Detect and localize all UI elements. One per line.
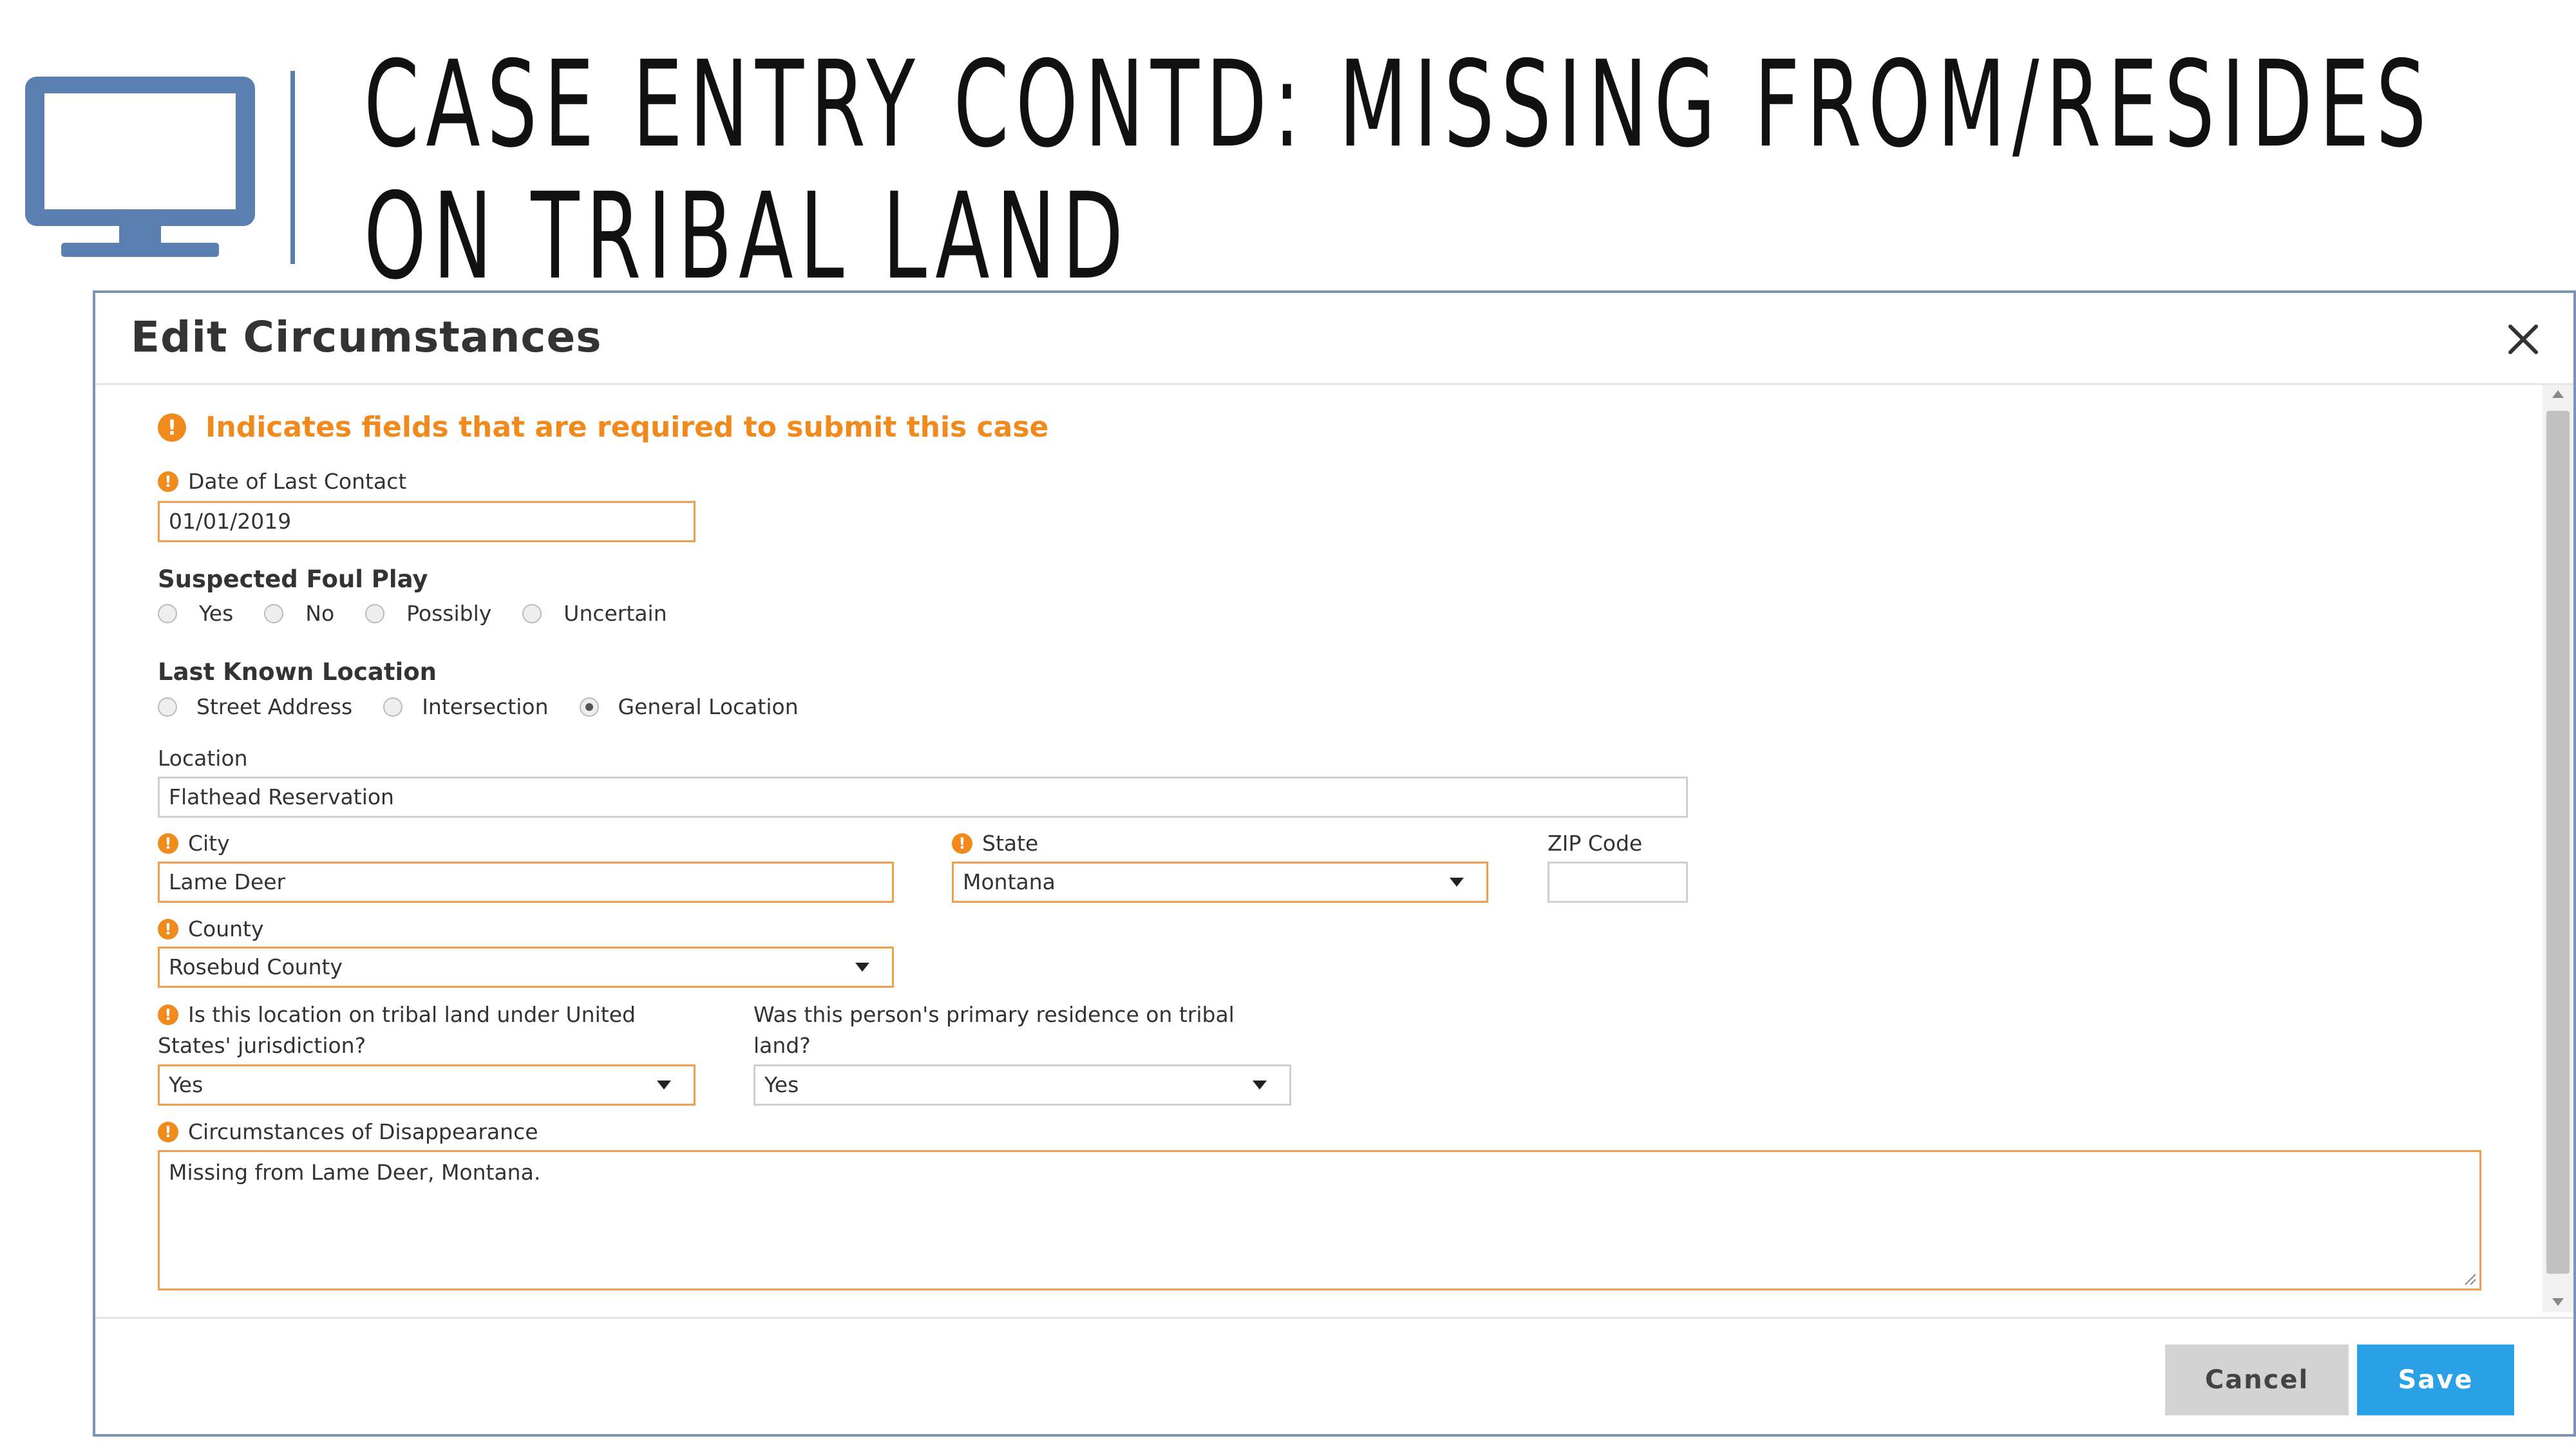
chevron-down-icon — [1450, 878, 1464, 887]
required-icon: ! — [158, 1121, 178, 1142]
zip-code-input[interactable] — [1548, 862, 1688, 903]
county-select[interactable]: Rosebud County — [158, 947, 894, 988]
city-label: ! City — [158, 831, 230, 856]
location-input[interactable]: Flathead Reservation — [158, 777, 1688, 818]
primary-residence-label-line-1: Was this person's primary residence on t… — [753, 1002, 1235, 1027]
save-button[interactable]: Save — [2357, 1345, 2514, 1415]
date-of-last-contact-label: ! Date of Last Contact — [158, 469, 406, 494]
chevron-down-icon — [657, 1081, 671, 1090]
title-divider — [290, 71, 295, 264]
cancel-button[interactable]: Cancel — [2165, 1345, 2349, 1415]
radio-button[interactable] — [365, 603, 385, 623]
tribal-land-label-line-1: ! Is this location on tribal land under … — [158, 1002, 636, 1027]
chevron-down-icon — [1253, 1081, 1267, 1090]
chevron-down-icon — [855, 963, 869, 972]
zip-code-label: ZIP Code — [1548, 831, 1643, 856]
required-icon: ! — [158, 413, 186, 442]
radio-button[interactable] — [158, 697, 177, 717]
close-icon[interactable] — [2504, 320, 2543, 359]
radio-option-yes[interactable]: Yes — [158, 601, 233, 626]
monitor-icon — [25, 77, 255, 257]
required-icon: ! — [952, 833, 972, 854]
radio-button[interactable] — [264, 603, 284, 623]
last-known-location-label: Last Known Location — [158, 658, 437, 686]
radio-button[interactable] — [383, 697, 403, 717]
scroll-thumb[interactable] — [2546, 411, 2570, 1274]
modal-header: Edit Circumstances — [95, 293, 2573, 385]
required-note-text: Indicates fields that are required to su… — [205, 411, 1049, 444]
tribal-land-label-line-2: States' jurisdiction? — [158, 1033, 366, 1058]
modal-title: Edit Circumstances — [131, 312, 602, 362]
radio-option-intersection[interactable]: Intersection — [383, 694, 549, 719]
modal-footer: Cancel Save — [95, 1317, 2573, 1434]
suspected-foul-play-label: Suspected Foul Play — [158, 565, 428, 593]
circumstances-textarea[interactable]: Missing from Lame Deer, Montana. — [158, 1150, 2481, 1290]
edit-circumstances-modal: Edit Circumstances ! Indicates fields th… — [93, 290, 2576, 1437]
state-select[interactable]: Montana — [952, 862, 1488, 903]
radio-option-no[interactable]: No — [264, 601, 334, 626]
required-icon: ! — [158, 1004, 178, 1025]
required-note: ! Indicates fields that are required to … — [158, 411, 1048, 444]
required-icon: ! — [158, 471, 178, 492]
circumstances-label: ! Circumstances of Disappearance — [158, 1119, 538, 1144]
resize-grip-icon[interactable] — [2463, 1272, 2477, 1286]
scroll-up-icon[interactable] — [2552, 390, 2564, 398]
slide-title-line-1: CASE ENTRY CONTD: MISSING FROM/RESIDES — [364, 35, 2433, 174]
primary-residence-select[interactable]: Yes — [753, 1064, 1291, 1106]
radio-button-selected[interactable] — [579, 697, 599, 717]
scroll-down-icon[interactable] — [2552, 1298, 2564, 1306]
radio-option-street-address[interactable]: Street Address — [158, 694, 352, 719]
state-label: ! State — [952, 831, 1038, 856]
slide-title: CASE ENTRY CONTD: MISSING FROM/RESIDES O… — [364, 39, 2433, 303]
modal-body: ! Indicates fields that are required to … — [95, 385, 2573, 1312]
radio-option-general-location[interactable]: General Location — [579, 694, 799, 719]
tribal-land-select[interactable]: Yes — [158, 1064, 696, 1106]
radio-button[interactable] — [158, 603, 177, 623]
date-of-last-contact-input[interactable]: 01/01/2019 — [158, 501, 696, 542]
required-icon: ! — [158, 918, 178, 939]
last-known-location-radio-group: Street Address Intersection General Loca… — [158, 694, 829, 719]
vertical-scrollbar[interactable] — [2543, 385, 2573, 1312]
primary-residence-label-line-2: land? — [753, 1033, 811, 1058]
city-input[interactable]: Lame Deer — [158, 862, 894, 903]
slide-title-line-2: ON TRIBAL LAND — [364, 167, 1130, 306]
radio-option-uncertain[interactable]: Uncertain — [522, 601, 667, 626]
suspected-foul-play-radio-group: Yes No Possibly Uncertain — [158, 601, 698, 626]
radio-option-possibly[interactable]: Possibly — [365, 601, 491, 626]
location-label: Location — [158, 746, 248, 771]
required-icon: ! — [158, 833, 178, 854]
radio-button[interactable] — [522, 603, 542, 623]
county-label: ! County — [158, 916, 264, 941]
